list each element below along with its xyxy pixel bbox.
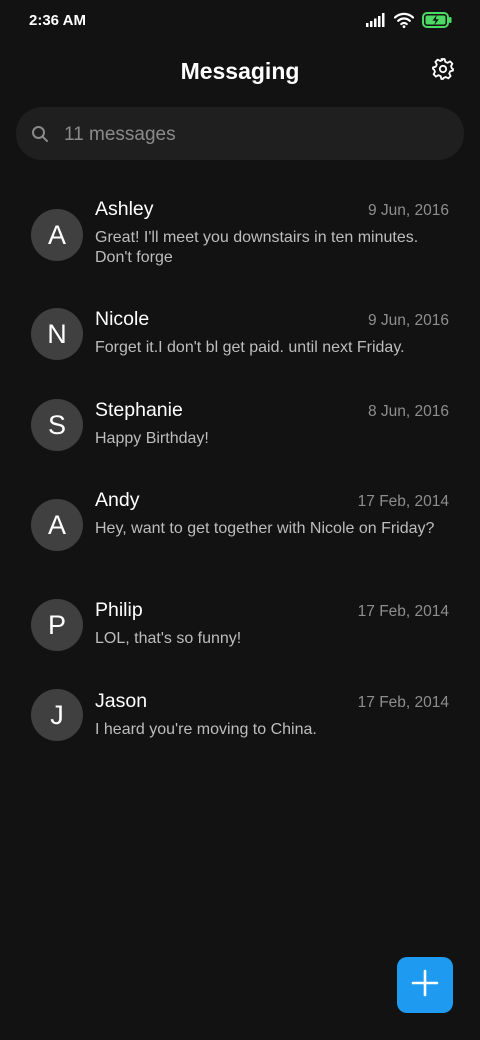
avatar: A xyxy=(31,499,83,551)
message-preview: Forget it.I don't bl get paid. until nex… xyxy=(95,339,405,356)
status-icons xyxy=(366,11,452,33)
messaging-screen: 2:36 AM Messaging 11 messages A Ashley 9… xyxy=(0,0,480,1040)
status-time: 2:36 AM xyxy=(29,12,86,29)
search-icon xyxy=(31,125,49,143)
search-bar[interactable] xyxy=(16,107,464,162)
conversation-item-nicole[interactable]: N Nicole 9 Jun, 2016 Forget it.I don't b… xyxy=(0,290,480,370)
contact-name: Philip xyxy=(95,599,143,621)
message-date: 9 Jun, 2016 xyxy=(367,202,449,219)
contact-name: Jason xyxy=(95,690,148,712)
contact-name: Ashley xyxy=(95,198,154,220)
conversation-item-andy[interactable]: A Andy 17 Feb, 2014 Hey, want to get tog… xyxy=(0,471,480,571)
contact-name: Nicole xyxy=(95,308,150,330)
message-preview: Happy Birthday! xyxy=(95,430,209,447)
message-preview: Great! I'll meet you downstairs in ten m… xyxy=(95,229,419,266)
avatar: J xyxy=(31,689,83,741)
avatar: N xyxy=(31,308,83,360)
settings-button[interactable] xyxy=(430,57,456,86)
conversation-item-stephanie[interactable]: S Stephanie 8 Jun, 2016 Happy Birthday! xyxy=(0,381,480,461)
wifi-icon xyxy=(393,12,415,33)
status-bar: 2:36 AM xyxy=(0,0,480,44)
message-date: 8 Jun, 2016 xyxy=(367,403,449,420)
message-preview: Hey, want to get together with Nicole on… xyxy=(95,520,435,537)
avatar: P xyxy=(31,599,83,651)
battery-charging-icon xyxy=(422,11,452,33)
gear-icon xyxy=(431,57,455,86)
message-date: 17 Feb, 2014 xyxy=(357,493,449,510)
message-date: 17 Feb, 2014 xyxy=(357,694,449,711)
search-input[interactable] xyxy=(62,107,446,162)
conversation-item-ashley[interactable]: A Ashley 9 Jun, 2016 Great! I'll meet yo… xyxy=(0,180,480,280)
new-message-button[interactable] xyxy=(397,957,453,1013)
conversation-item-philip[interactable]: P Philip 17 Feb, 2014 LOL, that's so fun… xyxy=(0,581,480,661)
avatar: A xyxy=(31,209,83,261)
plus-icon xyxy=(411,969,439,1002)
page-title: Messaging xyxy=(180,58,300,84)
message-preview: LOL, that's so funny! xyxy=(95,630,242,647)
message-date: 9 Jun, 2016 xyxy=(367,312,449,329)
contact-name: Stephanie xyxy=(95,399,183,421)
signal-icon xyxy=(366,12,386,32)
conversation-item-jason[interactable]: J Jason 17 Feb, 2014 I heard you're movi… xyxy=(0,672,480,752)
contact-name: Andy xyxy=(95,489,140,511)
avatar: S xyxy=(31,399,83,451)
message-date: 17 Feb, 2014 xyxy=(357,603,449,620)
app-header: Messaging xyxy=(0,50,480,96)
message-preview: I heard you're moving to China. xyxy=(95,721,317,738)
